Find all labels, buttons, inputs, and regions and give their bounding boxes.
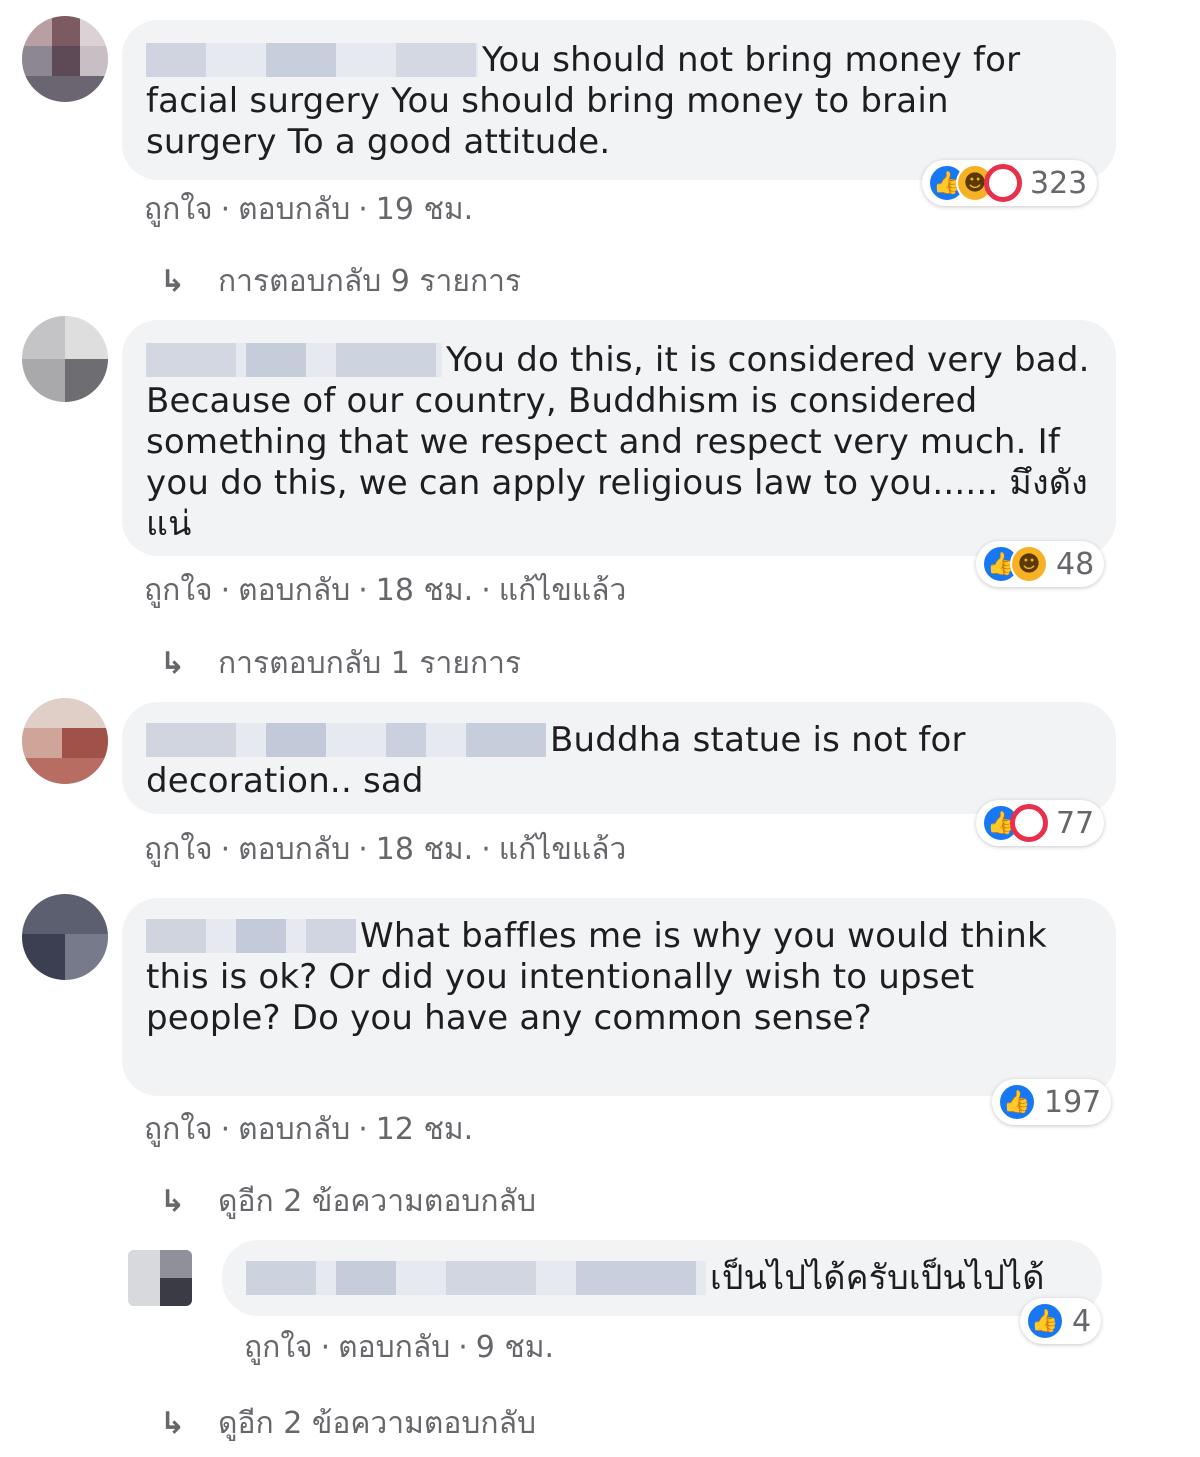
reaction-count: 197 — [1044, 1084, 1102, 1120]
reaction-count: 323 — [1030, 165, 1088, 201]
reaction-summary[interactable]: 👍 77 — [976, 800, 1105, 846]
comment-actions: ถูกใจ · ตอบกลับ · 19 ชม. — [144, 192, 474, 227]
sad-icon — [1010, 804, 1048, 842]
comment-actions: ถูกใจ · ตอบกลับ · 12 ชม. — [144, 1112, 474, 1147]
timestamp[interactable]: 12 ชม. — [376, 1112, 473, 1147]
blurred-author-name[interactable] — [146, 43, 478, 77]
blurred-author-name[interactable] — [146, 919, 356, 953]
reaction-summary[interactable]: 👍 ☻ 323 — [922, 160, 1098, 206]
comment-bubble: What baffles me is why you would think t… — [122, 898, 1116, 1096]
comment-actions: ถูกใจ · ตอบกลับ · 18 ชม. · แก้ไขแล้ว — [144, 832, 627, 867]
reply-arrow-icon: ↳ — [160, 1406, 186, 1441]
replies-count-text: การตอบกลับ 1 รายการ — [218, 646, 522, 681]
like-link[interactable]: ถูกใจ — [144, 573, 213, 608]
like-icon: 👍 — [998, 1083, 1036, 1121]
edited-label: แก้ไขแล้ว — [498, 573, 627, 608]
blurred-author-name[interactable] — [246, 1261, 706, 1295]
comment-bubble: You do this, it is considered very bad. … — [122, 320, 1116, 556]
reply-link[interactable]: ตอบกลับ — [338, 1330, 450, 1365]
reply-link[interactable]: ตอบกลับ — [238, 832, 350, 867]
more-replies-text: ดูอีก 2 ข้อความตอบกลับ — [218, 1406, 537, 1441]
like-link[interactable]: ถูกใจ — [144, 192, 213, 227]
comment-text: เป็นไปได้ครับเป็นไปได้ — [710, 1258, 1045, 1298]
reaction-summary[interactable]: 👍 197 — [992, 1079, 1112, 1125]
reaction-summary[interactable]: 👍 4 — [1020, 1298, 1102, 1344]
reply-arrow-icon: ↳ — [160, 264, 186, 299]
like-link[interactable]: ถูกใจ — [144, 1112, 213, 1147]
avatar[interactable] — [128, 1250, 192, 1306]
timestamp[interactable]: 18 ชม. — [376, 573, 473, 608]
comment-bubble: You should not bring money for facial su… — [122, 20, 1116, 180]
avatar[interactable] — [22, 316, 108, 402]
comment-actions: ถูกใจ · ตอบกลับ · 18 ชม. · แก้ไขแล้ว — [144, 573, 627, 608]
reply-arrow-icon: ↳ — [160, 646, 186, 681]
comment-bubble: เป็นไปได้ครับเป็นไปได้ — [222, 1240, 1102, 1316]
reply-link[interactable]: ตอบกลับ — [238, 1112, 350, 1147]
view-more-replies-link[interactable]: ↳ ดูอีก 2 ข้อความตอบกลับ — [160, 1400, 536, 1447]
edited-label: แก้ไขแล้ว — [498, 832, 627, 867]
like-link[interactable]: ถูกใจ — [144, 832, 213, 867]
view-replies-link[interactable]: ↳ ดูอีก 2 ข้อความตอบกลับ — [160, 1178, 536, 1225]
reaction-count: 4 — [1072, 1303, 1092, 1339]
replies-count-text: ดูอีก 2 ข้อความตอบกลับ — [218, 1184, 537, 1219]
avatar[interactable] — [22, 894, 108, 980]
comment-actions: ถูกใจ · ตอบกลับ · 9 ชม. — [244, 1330, 555, 1365]
reaction-count: 77 — [1056, 805, 1095, 841]
sad-icon — [984, 164, 1022, 202]
reply-link[interactable]: ตอบกลับ — [238, 573, 350, 608]
reaction-count: 48 — [1056, 546, 1095, 582]
blurred-author-name[interactable] — [146, 723, 546, 757]
replies-count-text: การตอบกลับ 9 รายการ — [218, 264, 522, 299]
avatar[interactable] — [22, 16, 108, 102]
like-link[interactable]: ถูกใจ — [244, 1330, 313, 1365]
reply-arrow-icon: ↳ — [160, 1184, 186, 1219]
avatar[interactable] — [22, 698, 108, 784]
timestamp[interactable]: 18 ชม. — [376, 832, 473, 867]
view-replies-link[interactable]: ↳ การตอบกลับ 1 รายการ — [160, 640, 521, 687]
reply-link[interactable]: ตอบกลับ — [238, 192, 350, 227]
like-icon: 👍 — [1026, 1302, 1064, 1340]
view-replies-link[interactable]: ↳ การตอบกลับ 9 รายการ — [160, 258, 521, 305]
timestamp[interactable]: 9 ชม. — [476, 1330, 554, 1365]
blurred-author-name[interactable] — [146, 343, 442, 377]
haha-icon: ☻ — [1010, 545, 1048, 583]
timestamp[interactable]: 19 ชม. — [376, 192, 473, 227]
comment-bubble: Buddha statue is not for decoration.. sa… — [122, 702, 1116, 814]
reaction-summary[interactable]: 👍 ☻ 48 — [976, 541, 1105, 587]
